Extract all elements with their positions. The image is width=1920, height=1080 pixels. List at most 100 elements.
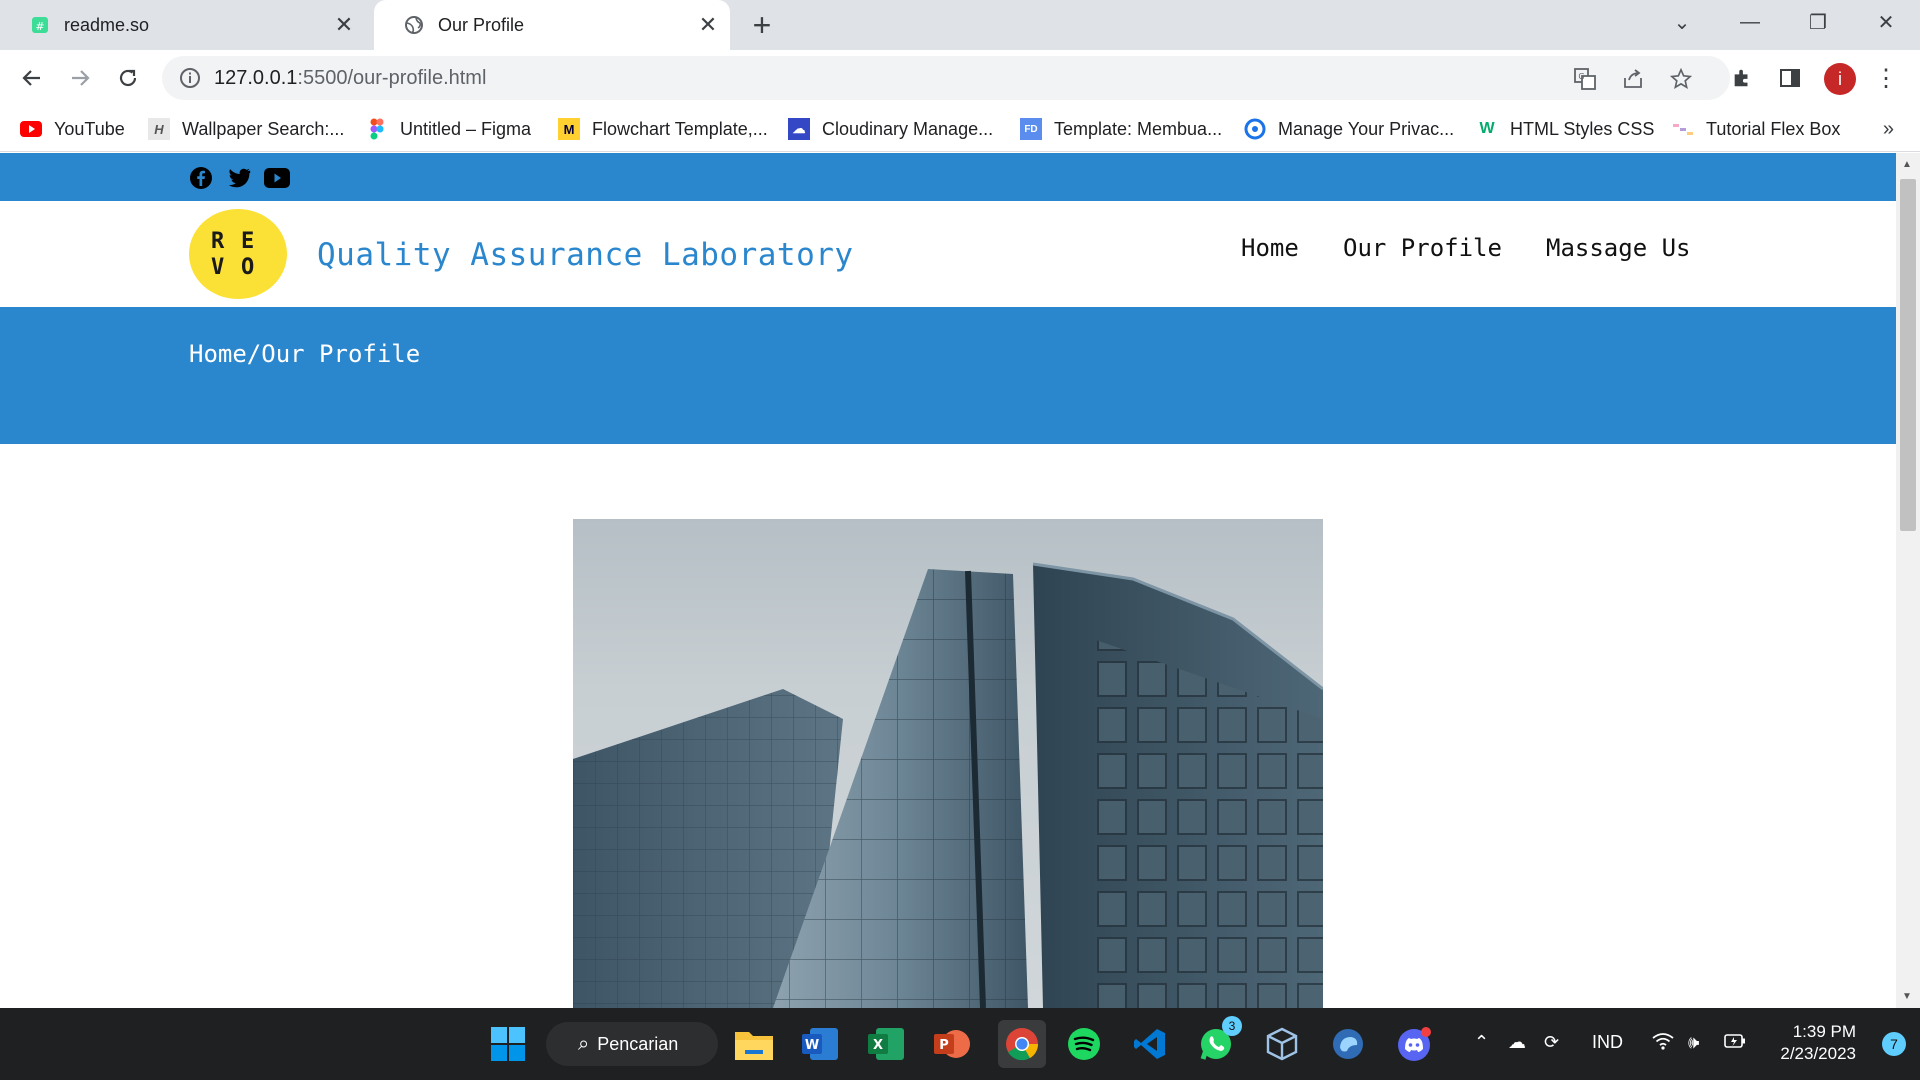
site-header: R E V O Quality Assurance Laboratory Hom… [0, 201, 1896, 307]
taskbar-search[interactable]: ⌕ Pencarian [546, 1022, 718, 1066]
bookmark-label: Tutorial Flex Box [1706, 118, 1841, 139]
svg-text:P: P [939, 1038, 949, 1053]
bookmark-item[interactable]: W HTML Styles CSS [1476, 114, 1654, 144]
clock-time: 1:39 PM [1792, 1022, 1856, 1041]
nav-home[interactable]: Home [1241, 234, 1299, 262]
miro-icon: M [558, 118, 580, 140]
back-icon[interactable] [14, 60, 50, 96]
minimize-icon[interactable]: — [1716, 0, 1784, 44]
bookmark-label: Flowchart Template,... [592, 118, 768, 139]
clock-date: 2/23/2023 [1780, 1044, 1856, 1063]
building-hero-image [573, 519, 1323, 1008]
tab-our-profile[interactable]: Our Profile ✕ [374, 0, 730, 50]
site-info-icon[interactable] [178, 66, 202, 90]
tab-readme[interactable]: # readme.so ✕ [0, 0, 366, 50]
nav-message-us[interactable]: Massage Us [1546, 234, 1691, 262]
extensions-icon[interactable] [1728, 64, 1756, 92]
sync-icon[interactable]: ⟳ [1544, 1032, 1559, 1053]
svg-text:#: # [35, 20, 44, 33]
bookmarks-bar: YouTube H Wallpaper Search:... Untitled … [0, 106, 1920, 152]
close-tab-icon[interactable]: ✕ [332, 12, 356, 37]
facebook-icon[interactable] [188, 165, 214, 191]
url-host: 127.0.0.1 [214, 67, 298, 89]
file-explorer-icon[interactable] [734, 1024, 774, 1064]
w3schools-icon: W [1479, 120, 1495, 137]
wallpaper-icon: H [148, 118, 170, 140]
virtualbox-icon[interactable] [1262, 1024, 1302, 1064]
bookmark-item[interactable]: Manage Your Privac... [1244, 114, 1454, 144]
excel-icon[interactable]: X [866, 1024, 906, 1064]
battery-icon[interactable] [1724, 1032, 1746, 1055]
wifi-icon[interactable] [1652, 1032, 1674, 1055]
bookmark-item[interactable]: YouTube [20, 114, 125, 144]
bookmark-item[interactable]: Tutorial Flex Box [1672, 114, 1840, 144]
bookmark-item[interactable]: M Flowchart Template,... [558, 114, 768, 144]
bookmark-item[interactable]: ☁ Cloudinary Manage... [788, 114, 993, 144]
vscode-icon[interactable] [1130, 1024, 1170, 1064]
svg-text:G: G [1578, 72, 1584, 81]
logo-letter: O [241, 255, 255, 280]
twitter-icon[interactable] [226, 165, 252, 191]
tab-title: Our Profile [438, 14, 525, 35]
close-tab-icon[interactable]: ✕ [696, 12, 720, 37]
whatsapp-icon[interactable]: 3 [1196, 1016, 1242, 1064]
page-viewport: R E V O Quality Assurance Laboratory Hom… [0, 153, 1896, 1008]
window-controls: ⌄ — ❐ ✕ [1648, 0, 1920, 44]
url-text[interactable]: 127.0.0.1:5500/our-profile.html [214, 67, 486, 90]
logo-letter: E [241, 229, 255, 254]
nav-our-profile[interactable]: Our Profile [1343, 234, 1502, 262]
site-brand-title[interactable]: Quality Assurance Laboratory [317, 237, 854, 273]
readme-favicon-icon: # [30, 15, 50, 35]
breadcrumb-banner: Home/Our Profile [0, 307, 1896, 444]
youtube-icon[interactable] [264, 165, 290, 191]
share-icon[interactable] [1620, 66, 1646, 92]
tab-title: readme.so [64, 14, 150, 35]
bookmark-star-icon[interactable] [1668, 66, 1694, 92]
figma-icon [366, 118, 388, 140]
url-path: :5500/our-profile.html [297, 67, 487, 89]
word-icon[interactable]: W [800, 1024, 840, 1064]
system-clock[interactable]: 1:39 PM 2/23/2023 [1780, 1021, 1856, 1065]
spotify-icon[interactable] [1064, 1024, 1104, 1064]
tab-strip: # readme.so ✕ Our Profile ✕ + ⌄ — ❐ ✕ [0, 0, 1920, 50]
profile-avatar[interactable]: i [1824, 63, 1856, 95]
bookmark-label: HTML Styles CSS [1510, 118, 1655, 139]
more-bookmarks-icon[interactable]: » [1883, 118, 1894, 141]
close-window-icon[interactable]: ✕ [1852, 0, 1920, 44]
scroll-down-icon[interactable]: ▼ [1902, 991, 1912, 1002]
language-indicator[interactable]: IND [1592, 1032, 1623, 1053]
reload-icon[interactable] [110, 60, 146, 96]
browser-toolbar: 127.0.0.1:5500/our-profile.html G i ⋮ [0, 50, 1920, 106]
side-panel-icon[interactable] [1776, 64, 1804, 92]
bookmark-item[interactable]: FD Template: Membua... [1020, 114, 1222, 144]
restore-icon[interactable]: ❐ [1784, 0, 1852, 44]
svg-text:W: W [805, 1038, 819, 1053]
bookmark-item[interactable]: Untitled – Figma [366, 114, 531, 144]
chrome-icon[interactable] [998, 1020, 1046, 1068]
scroll-up-icon[interactable]: ▲ [1902, 159, 1912, 170]
tab-search-icon[interactable]: ⌄ [1648, 0, 1716, 44]
page-scrollbar[interactable]: ▲ ▼ [1896, 153, 1920, 1008]
windows-start-icon[interactable] [488, 1024, 528, 1064]
bookmark-label: Cloudinary Manage... [822, 118, 994, 139]
edge-icon[interactable] [1328, 1024, 1368, 1064]
bookmark-item[interactable]: H Wallpaper Search:... [148, 114, 344, 144]
scrollbar-thumb[interactable] [1900, 179, 1916, 531]
bookmark-label: Template: Membua... [1054, 118, 1223, 139]
flexbox-icon [1672, 118, 1694, 140]
tray-overflow-icon[interactable]: ⌃ [1474, 1032, 1489, 1053]
site-logo[interactable]: R E V O [189, 209, 287, 299]
new-tab-button[interactable]: + [746, 9, 778, 42]
logo-letter: R [211, 229, 225, 254]
volume-icon[interactable]: 🕪 [1688, 1032, 1699, 1053]
search-label: Pencarian [597, 1033, 679, 1054]
powerpoint-icon[interactable]: P [932, 1024, 972, 1064]
notification-badge[interactable]: 7 [1882, 1032, 1906, 1056]
translate-icon[interactable]: G [1572, 66, 1598, 92]
address-bar[interactable]: 127.0.0.1:5500/our-profile.html G [162, 56, 1730, 100]
logo-letter: V [211, 255, 225, 280]
onedrive-icon[interactable]: ☁ [1508, 1032, 1526, 1053]
forward-icon[interactable] [62, 60, 98, 96]
discord-icon[interactable] [1394, 1024, 1434, 1064]
more-menu-icon[interactable]: ⋮ [1872, 64, 1900, 92]
